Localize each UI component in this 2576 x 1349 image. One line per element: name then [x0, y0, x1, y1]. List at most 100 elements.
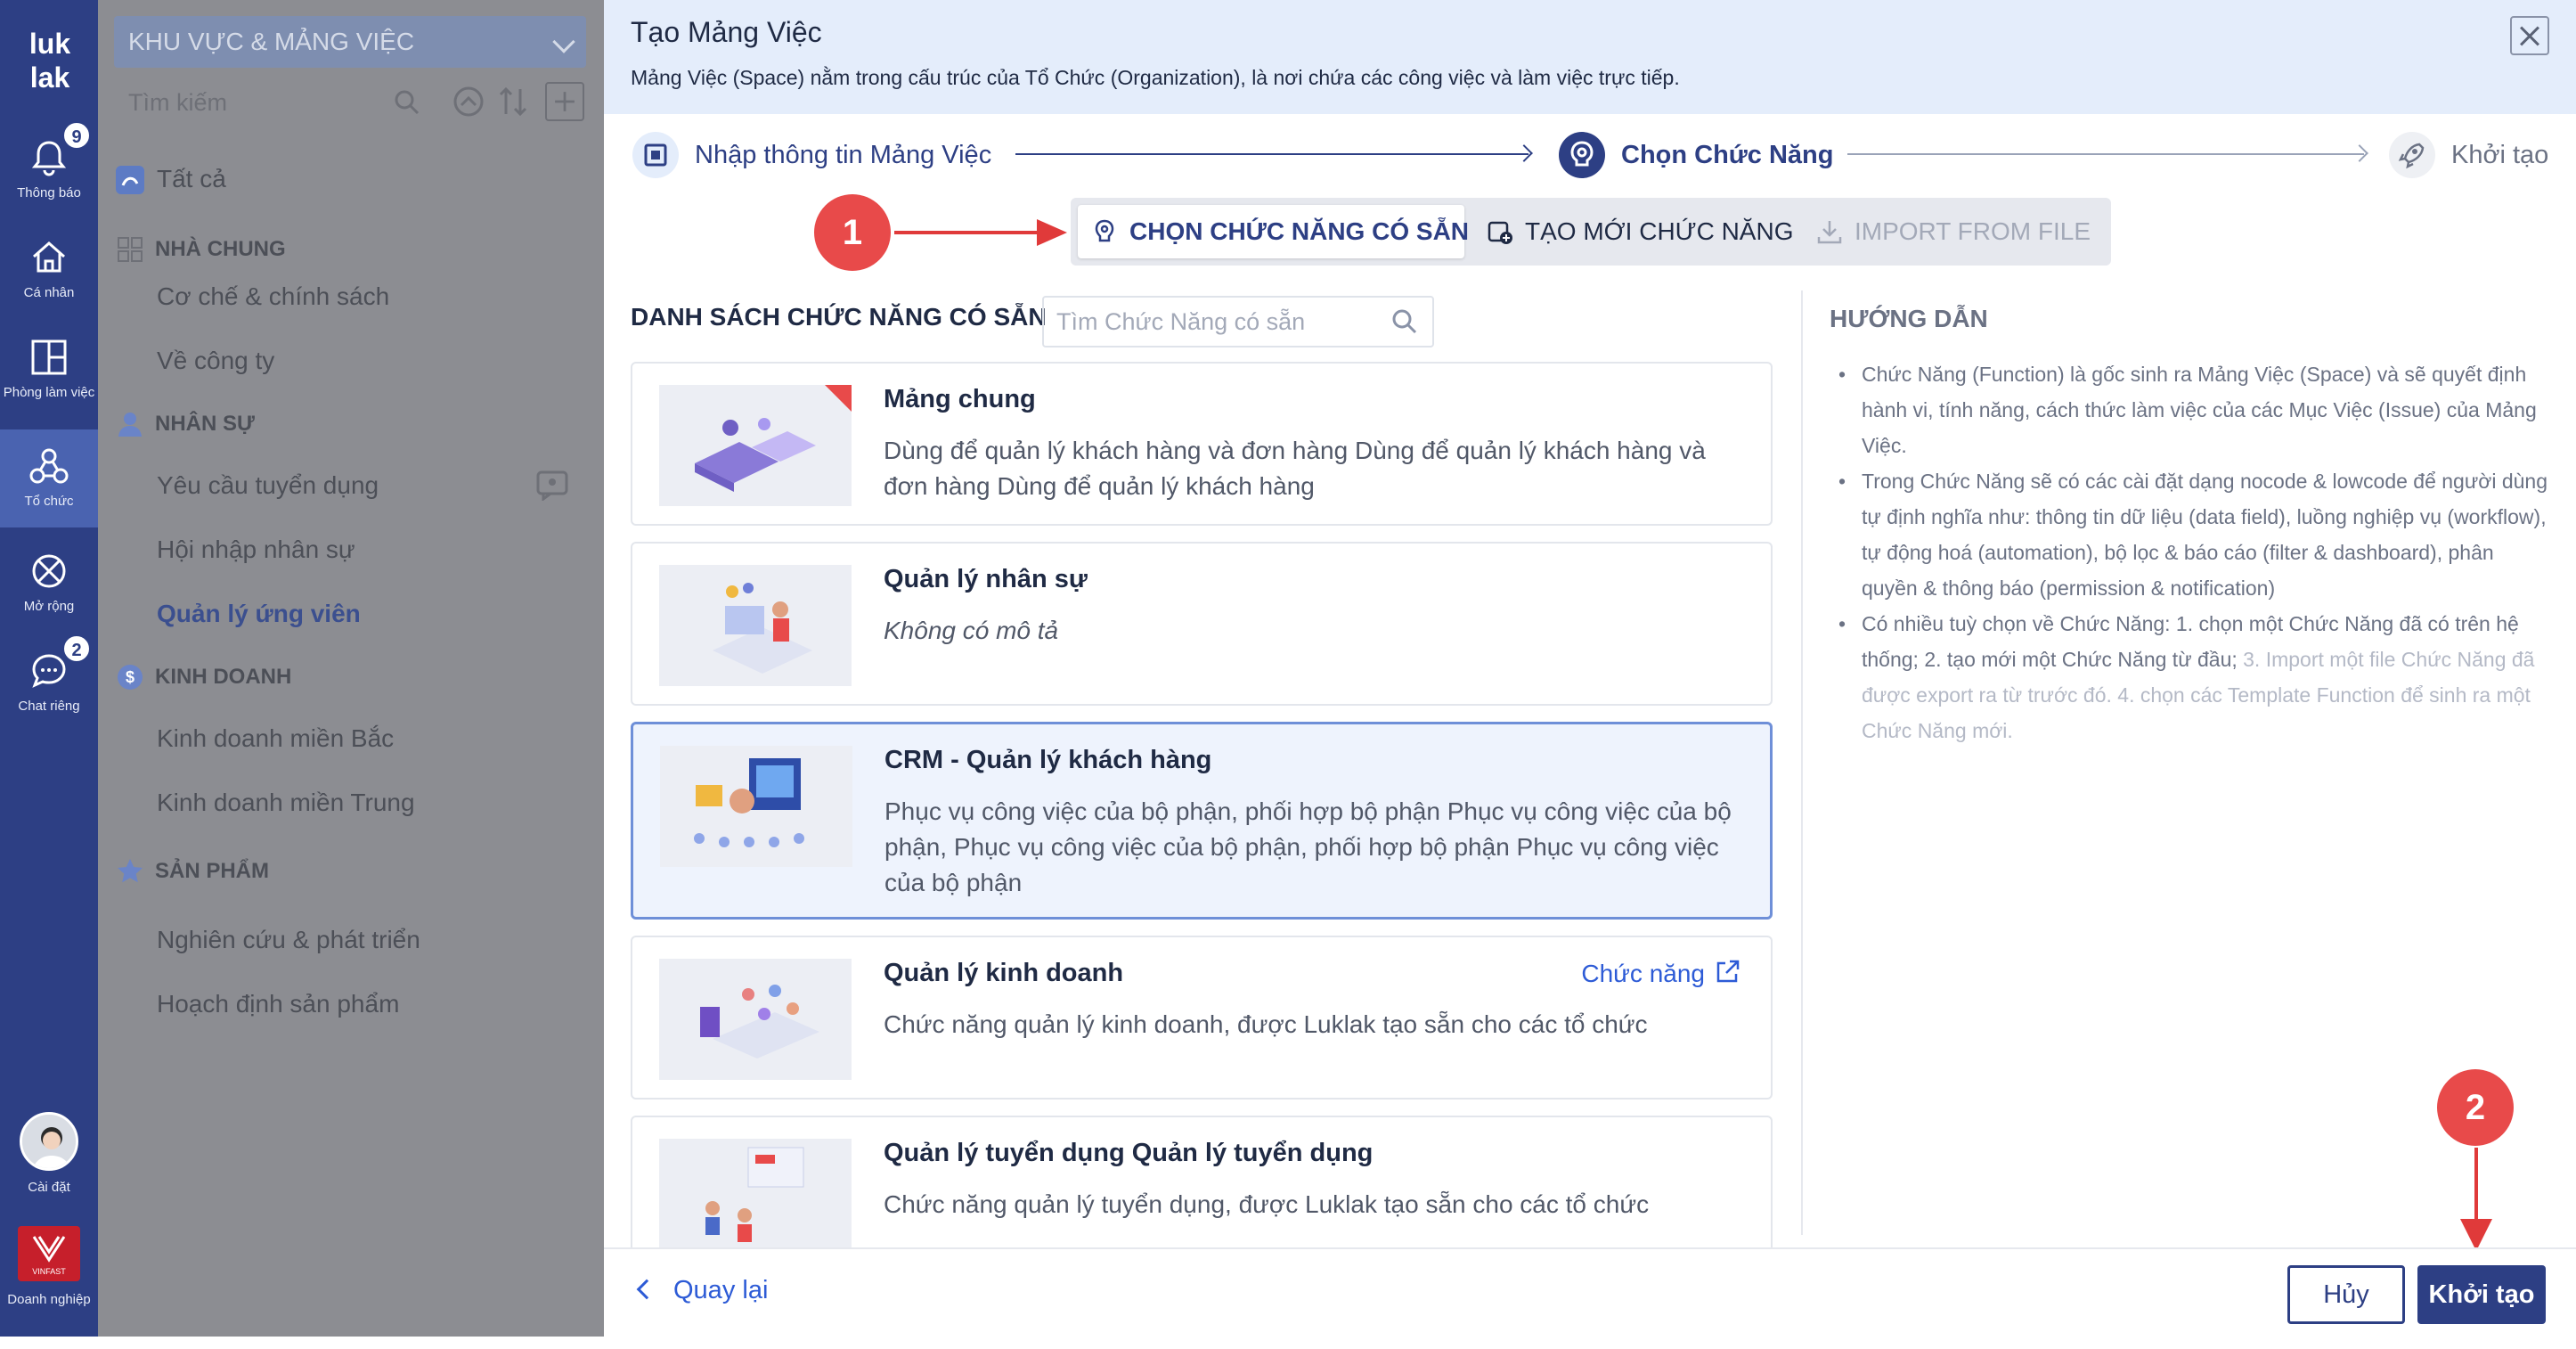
favorite-filter-icon[interactable]: [449, 82, 488, 121]
sales-management-illustration-icon: [659, 959, 852, 1080]
crm-illustration-icon: [660, 746, 852, 867]
sidebar-item-onboarding[interactable]: Hội nhập nhân sự: [98, 520, 604, 579]
rail-label: Phòng làm việc: [3, 385, 95, 400]
sidebar-item-product-planning[interactable]: Hoạch định sản phẩm: [98, 975, 604, 1034]
step-label: Khởi tạo: [2451, 141, 2549, 169]
download-icon: [1817, 221, 1842, 244]
function-search-placeholder: Tìm Chức Năng có sẵn: [1056, 308, 1306, 335]
step-create[interactable]: Khởi tạo: [2387, 128, 2565, 182]
chevron-left-icon: [636, 1279, 657, 1300]
form-step-icon: [632, 132, 679, 178]
sidebar-header[interactable]: KHU VỰC & MẢNG VIỆC: [114, 16, 586, 68]
callout-marker-1: 1: [814, 194, 891, 271]
user-avatar[interactable]: [20, 1112, 78, 1171]
step-choose-function[interactable]: Chọn Chức Năng: [1557, 128, 1878, 182]
shared-space-illustration-icon: [659, 385, 852, 506]
function-thumbnail: [659, 1139, 852, 1247]
tab-label: CHỌN CHỨC NĂNG CÓ SẴN: [1129, 217, 1470, 245]
sidebar-item-research[interactable]: Nghiên cứu & phát triển: [98, 911, 604, 969]
guide-list: Chức Năng (Function) là gốc sinh ra Mảng…: [1830, 356, 2553, 748]
step-enter-info[interactable]: Nhập thông tin Mảng Việc: [631, 128, 1094, 182]
rail-item-workroom[interactable]: Phòng làm việc: [0, 321, 98, 419]
function-detail-link[interactable]: Chức năng: [1581, 959, 1740, 988]
sidebar-section-title: SẢN PHẨM: [155, 859, 270, 883]
sidebar-item-policy[interactable]: Cơ chế & chính sách: [98, 267, 604, 326]
step-label: Nhập thông tin Mảng Việc: [695, 141, 992, 169]
create-button[interactable]: Khởi tạo: [2417, 1265, 2546, 1324]
function-icon: [1095, 219, 1114, 242]
svg-text:VINFAST: VINFAST: [32, 1267, 66, 1276]
add-function-icon: [1488, 221, 1512, 244]
chat-icon: [32, 654, 66, 688]
function-description: Phục vụ công việc của bộ phận, phối hợp …: [884, 797, 1732, 896]
app-rail: luk lak Thông báo 9 Cá nhân Phòng làm vi…: [0, 0, 98, 1337]
tab-choose-existing[interactable]: CHỌN CHỨC NĂNG CÓ SẴN: [1078, 205, 1469, 258]
function-card[interactable]: Quản lý tuyển dụng Quản lý tuyển dụng Ch…: [631, 1116, 1773, 1247]
sidebar-section-hr[interactable]: NHÂN SỰ: [98, 397, 604, 451]
function-search-input[interactable]: Tìm Chức Năng có sẵn: [1042, 296, 1434, 347]
cancel-button[interactable]: Hủy: [2287, 1265, 2405, 1324]
layout-icon: [31, 339, 67, 375]
person-icon: [118, 413, 142, 437]
callout-marker-2: 2: [2437, 1069, 2514, 1146]
dollar-icon: $: [118, 665, 143, 690]
modal-header: Tạo Mảng Việc Mảng Việc (Space) nằm tron…: [604, 0, 2576, 114]
svg-text:$: $: [126, 668, 135, 686]
back-button[interactable]: Quay lại: [636, 1276, 768, 1305]
rail-item-extensions[interactable]: Mở rộng: [0, 535, 98, 633]
function-card[interactable]: Quản lý nhân sự Không có mô tả: [631, 542, 1773, 706]
sidebar-item-sales-north[interactable]: Kinh doanh miền Bắc: [98, 709, 604, 768]
close-icon[interactable]: [2510, 16, 2549, 55]
hr-management-illustration-icon: [659, 565, 852, 686]
tab-import-file[interactable]: IMPORT FROM FILE: [1803, 205, 2106, 258]
chat-bubble-icon: [536, 470, 568, 501]
function-thumbnail: [660, 746, 852, 867]
sort-icon[interactable]: [493, 82, 533, 121]
luklak-logo-icon: luk lak: [29, 28, 70, 94]
create-space-modal: Tạo Mảng Việc Mảng Việc (Space) nằm tron…: [604, 0, 2576, 1337]
guide-item: Chức Năng (Function) là gốc sinh ra Mảng…: [1830, 356, 2553, 463]
search-icon: [1392, 309, 1417, 334]
grid-icon: [118, 237, 143, 262]
sidebar-item-label: Yêu cầu tuyển dụng: [157, 471, 379, 499]
recruitment-illustration-icon: [659, 1139, 852, 1247]
app-logo[interactable]: luk lak: [12, 25, 87, 96]
enterprise-logo[interactable]: VINFAST: [18, 1226, 80, 1281]
function-name: Mảng chung: [884, 385, 1036, 413]
sidebar-title: KHU VỰC & MẢNG VIỆC: [128, 28, 415, 55]
star-icon: [118, 859, 143, 883]
sidebar-search-input[interactable]: Tìm kiếm: [114, 80, 506, 125]
user-avatar-icon: [22, 1115, 76, 1168]
function-description: Chức năng quản lý tuyển dụng, được Lukla…: [884, 1190, 1650, 1218]
rail-label: Cài đặt: [28, 1180, 70, 1195]
extension-icon: [32, 554, 66, 588]
function-card[interactable]: Mảng chung Dùng để quản lý khách hàng và…: [631, 362, 1773, 526]
guide-divider: [1801, 290, 1803, 1235]
home-icon: [33, 241, 65, 273]
sidebar-item-candidates[interactable]: Quản lý ứng viên: [98, 585, 604, 643]
sidebar-item-all[interactable]: Tất cả: [98, 150, 604, 208]
notification-count-badge: 9: [62, 121, 91, 150]
rail-item-organization[interactable]: Tổ chức: [0, 429, 98, 527]
sidebar-item-sales-central[interactable]: Kinh doanh miền Trung: [98, 773, 604, 832]
tab-create-new[interactable]: TẠO MỚI CHỨC NĂNG: [1473, 205, 1794, 258]
rail-label: Thông báo: [17, 185, 81, 200]
function-list-title: DANH SÁCH CHỨC NĂNG CÓ SẴN: [631, 303, 1047, 331]
function-name: CRM - Quản lý khách hàng: [884, 746, 1212, 774]
function-detail-link-label: Chức năng: [1581, 960, 1705, 987]
sidebar-section-product[interactable]: SẢN PHẨM: [98, 845, 604, 898]
function-description: Không có mô tả: [884, 617, 1059, 644]
guide-title: HƯỚNG DẪN: [1830, 305, 1988, 332]
function-card-selected[interactable]: CRM - Quản lý khách hàng Phục vụ công vi…: [631, 722, 1773, 920]
sidebar-item-about[interactable]: Về công ty: [98, 331, 604, 390]
guide-item: Có nhiều tuỳ chọn về Chức Năng: 1. chọn …: [1830, 606, 2553, 748]
space-sidebar: KHU VỰC & MẢNG VIỆC Tìm kiếm Tất cả NHÀ …: [98, 0, 604, 1337]
function-source-tabs: CHỌN CHỨC NĂNG CÓ SẴN TẠO MỚI CHỨC NĂNG …: [1071, 198, 2111, 266]
sidebar-item-recruit-request[interactable]: Yêu cầu tuyển dụng: [98, 456, 604, 515]
bell-icon: [31, 141, 67, 176]
add-icon[interactable]: [545, 82, 584, 121]
sidebar-section-sales[interactable]: $ KINH DOANH: [98, 650, 604, 704]
rail-item-personal[interactable]: Cá nhân: [0, 221, 98, 319]
function-card[interactable]: Quản lý kinh doanh Chức năng quản lý kin…: [631, 936, 1773, 1100]
tab-label: TẠO MỚI CHỨC NĂNG: [1525, 217, 1794, 245]
